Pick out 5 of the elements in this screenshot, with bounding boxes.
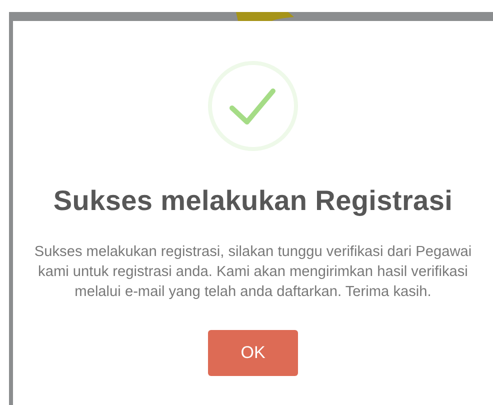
dialog-title: Sukses melakukan Registrasi [53, 185, 453, 217]
success-check-icon [208, 61, 298, 151]
background-graphic [234, 12, 294, 21]
dialog-message: Sukses melakukan registrasi, silakan tunggu verifikasi dari Pegawai kami untuk registrasi anda. Kami akan mengirimkan hasil verifikasi melalui e-mail yang telah anda daftarkan. Terima kasih. [33, 243, 473, 302]
ok-button[interactable]: OK [208, 330, 298, 376]
